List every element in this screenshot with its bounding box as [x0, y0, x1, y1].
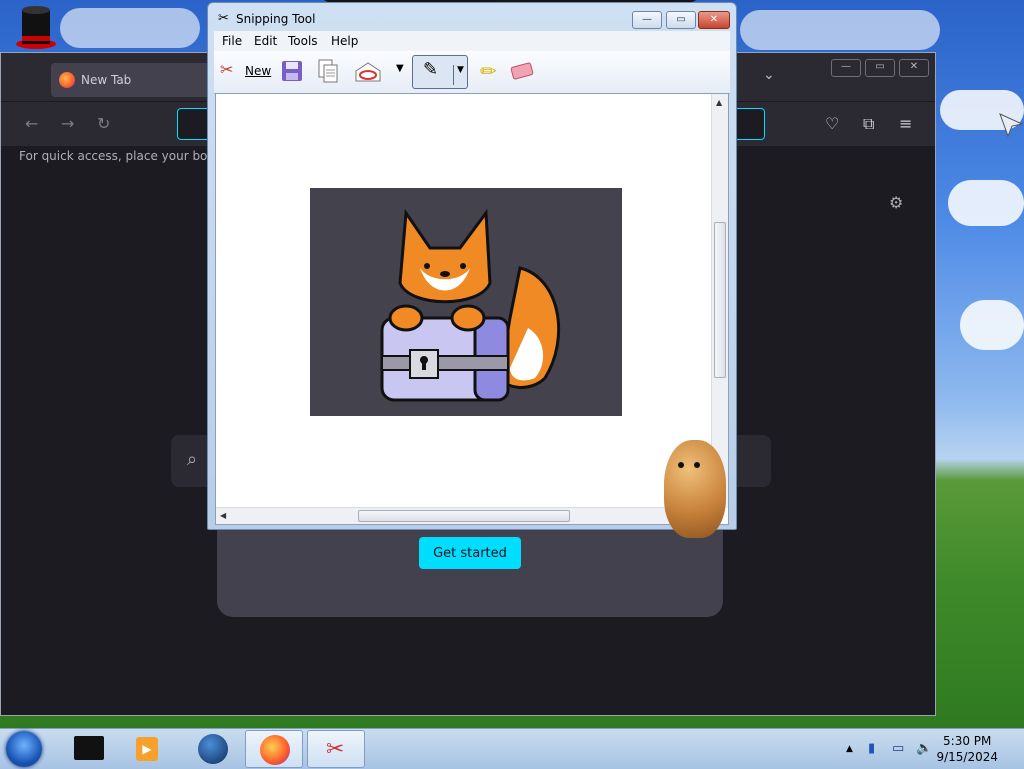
- vertical-scrollbar[interactable]: ▲: [711, 94, 728, 508]
- back-icon[interactable]: ←: [25, 114, 38, 133]
- menu-tools[interactable]: Tools: [288, 34, 318, 48]
- get-started-button[interactable]: Get started: [419, 537, 521, 569]
- minimize-button[interactable]: —: [831, 59, 861, 77]
- minimize-button[interactable]: —: [632, 11, 662, 29]
- vertical-scroll-thumb[interactable]: [714, 222, 726, 378]
- menu-icon[interactable]: ≡: [899, 114, 912, 133]
- scroll-left-icon[interactable]: ◀: [220, 511, 226, 520]
- horizontal-scroll-thumb[interactable]: [358, 510, 570, 522]
- copy-icon[interactable]: [316, 58, 340, 84]
- clock-date: 9/15/2024: [936, 750, 998, 764]
- taskbar-item-terminal[interactable]: [62, 730, 120, 768]
- top-hat-icon[interactable]: [14, 4, 58, 50]
- fox-chest-image: [310, 188, 622, 416]
- cloud: [740, 10, 940, 50]
- chevron-down-icon[interactable]: ⌄: [763, 67, 775, 83]
- toolbar: ✂ New ▼ ✎ ▼ ✏: [214, 51, 730, 94]
- maximize-button[interactable]: ▭: [666, 11, 696, 29]
- scroll-up-icon[interactable]: ▲: [716, 98, 722, 107]
- extensions-icon[interactable]: ⧉: [863, 114, 874, 134]
- gear-icon[interactable]: ⚙: [889, 193, 903, 212]
- tab-title: New Tab: [81, 73, 132, 87]
- fox-illustration: [380, 208, 561, 402]
- save-icon[interactable]: [280, 59, 304, 83]
- horizontal-scrollbar[interactable]: ◀: [216, 507, 714, 524]
- new-button[interactable]: New: [245, 64, 271, 78]
- media-player-icon: ▶: [136, 737, 158, 761]
- mouse-cursor-icon: [999, 113, 1024, 138]
- chevron-down-icon[interactable]: ▼: [396, 63, 404, 74]
- close-button[interactable]: ✕: [899, 59, 929, 77]
- volume-icon[interactable]: 🔈: [916, 741, 932, 756]
- highlighter-icon[interactable]: ✏: [480, 59, 497, 83]
- menu-file[interactable]: File: [222, 34, 242, 48]
- eraser-icon[interactable]: [510, 61, 534, 81]
- taskbar-item-snipping-tool[interactable]: ✂: [307, 730, 365, 768]
- forward-icon[interactable]: →: [61, 114, 74, 133]
- chevron-down-icon[interactable]: ▼: [453, 65, 464, 85]
- clock-time: 5:30 PM: [943, 734, 992, 748]
- menu-edit[interactable]: Edit: [254, 34, 277, 48]
- hamster-eye: [678, 462, 684, 468]
- snip-canvas: ▲ ◀: [215, 93, 729, 525]
- menu-help[interactable]: Help: [331, 34, 358, 48]
- close-button[interactable]: ✕: [698, 11, 730, 29]
- terminal-icon: [74, 736, 104, 760]
- window-title: Snipping Tool: [236, 12, 316, 26]
- display-icon[interactable]: ▭: [892, 741, 904, 756]
- hamster-eye: [694, 462, 700, 468]
- taskbar: ▶ ✂ ▲ ▮ ▭ 🔈 5:30 PM 9/15/2024: [0, 728, 1024, 769]
- cloud: [960, 300, 1024, 350]
- firefox-icon: [260, 735, 290, 765]
- cloud: [948, 180, 1024, 226]
- pen-tool-button[interactable]: ✎ ▼: [412, 55, 468, 89]
- network-icon[interactable]: ▮: [868, 741, 875, 756]
- snipping-tool-window: ✂ Snipping Tool — ▭ ✕ File Edit Tools He…: [207, 2, 737, 530]
- reload-icon[interactable]: ↻: [97, 114, 110, 133]
- scissors-icon: ✂: [326, 737, 345, 762]
- bookmarks-hint: For quick access, place your bookm: [19, 149, 234, 163]
- taskbar-item-globe[interactable]: [184, 730, 242, 768]
- pocket-icon[interactable]: ♡: [825, 114, 839, 133]
- search-icon: ⌕: [187, 449, 198, 470]
- scissors-icon: ✂: [218, 11, 229, 26]
- browser-tab[interactable]: New Tab: [51, 63, 211, 97]
- cloud: [60, 8, 200, 48]
- firefox-icon: [59, 72, 75, 88]
- taskbar-item-firefox[interactable]: [245, 730, 303, 768]
- maximize-button[interactable]: ▭: [865, 59, 895, 77]
- menu-bar: File Edit Tools Help: [214, 31, 730, 51]
- clock[interactable]: 5:30 PM 9/15/2024: [936, 733, 998, 765]
- show-hidden-icons[interactable]: ▲: [846, 744, 853, 754]
- scissors-icon[interactable]: ✂: [220, 60, 233, 79]
- send-snip-icon[interactable]: [354, 59, 382, 85]
- pen-icon: ✎: [423, 59, 439, 80]
- start-button[interactable]: [6, 731, 42, 767]
- globe-icon: [198, 734, 228, 764]
- hamster-image: [664, 440, 726, 538]
- taskbar-item-media[interactable]: ▶: [120, 730, 178, 768]
